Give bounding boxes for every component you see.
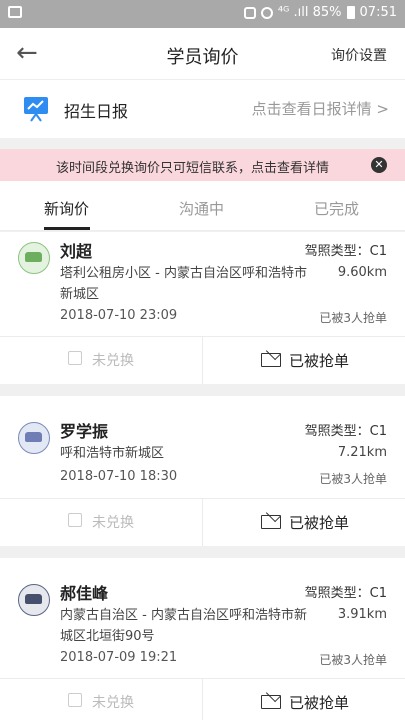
student-address: 呼和浩特市新城区 bbox=[60, 446, 165, 461]
inquiry-time: 2018-07-10 18:30 bbox=[60, 469, 178, 484]
notice-text[interactable]: 该时间段兑换询价只可短信联系，点击查看详情 bbox=[56, 157, 329, 176]
license-type: 驾照类型：C1 bbox=[304, 244, 387, 259]
grabbed-label: 已被抢单 bbox=[289, 694, 350, 712]
mail-icon bbox=[261, 345, 281, 367]
distance: 9.60km bbox=[337, 265, 387, 280]
status-time: 07:51 bbox=[359, 5, 397, 20]
mail-icon bbox=[261, 687, 281, 709]
tab-new-inquiry[interactable]: 新询价 bbox=[44, 198, 89, 219]
grabbed-count: 已被3人抢单 bbox=[319, 472, 387, 486]
image-icon bbox=[8, 6, 22, 18]
notice-banner[interactable]: 该时间段兑换询价只可短信联系，点击查看详情 ✕ bbox=[0, 149, 405, 181]
not-redeemed-label: 未兑换 bbox=[92, 695, 134, 711]
phone-icon bbox=[68, 513, 82, 527]
car-avatar-icon bbox=[18, 584, 50, 616]
grabbed-count: 已被3人抢单 bbox=[319, 653, 387, 667]
daily-report-row[interactable]: 招生日报 点击查看日报详情 > bbox=[0, 80, 405, 138]
not-redeemed-label: 未兑换 bbox=[92, 353, 134, 369]
close-icon[interactable]: ✕ bbox=[371, 157, 387, 173]
license-type: 驾照类型：C1 bbox=[304, 586, 387, 601]
inquiry-card[interactable]: 郝佳峰 驾照类型：C1 内蒙古自治区 - 内蒙古自治区呼和浩特市新城区北垣街90… bbox=[0, 558, 405, 720]
not-redeemed-label: 未兑换 bbox=[92, 515, 134, 531]
grabbed-button[interactable]: 已被抢单 bbox=[202, 336, 405, 384]
tab-communicating[interactable]: 沟通中 bbox=[179, 198, 224, 219]
grabbed-count: 已被3人抢单 bbox=[319, 311, 387, 325]
student-name: 罗学振 bbox=[60, 422, 109, 441]
battery-icon bbox=[346, 6, 355, 19]
top-nav: ← 学员询价 询价设置 bbox=[0, 28, 405, 80]
license-type: 驾照类型：C1 bbox=[304, 424, 387, 439]
phone-icon bbox=[68, 351, 82, 365]
grabbed-label: 已被抢单 bbox=[289, 514, 350, 532]
status-icons: ⁴ᴳ .ıll 85% 07:51 bbox=[243, 5, 397, 20]
mail-icon bbox=[261, 507, 281, 529]
tab-completed[interactable]: 已完成 bbox=[314, 198, 359, 219]
distance: 7.21km bbox=[337, 445, 387, 460]
status-bar: ⁴ᴳ .ıll 85% 07:51 bbox=[0, 0, 405, 28]
not-redeemed-button[interactable]: 未兑换 bbox=[0, 336, 202, 384]
inquiry-time: 2018-07-10 23:09 bbox=[60, 308, 178, 323]
tab-bar: 新询价 沟通中 已完成 bbox=[0, 181, 405, 231]
inquiry-time: 2018-07-09 19:21 bbox=[60, 650, 178, 665]
sync-icon bbox=[243, 6, 256, 19]
inquiry-card[interactable]: 刘超 驾照类型：C1 塔利公租房小区 - 内蒙古自治区呼和浩特市新城区 9.60… bbox=[0, 232, 405, 384]
daily-report-link[interactable]: 点击查看日报详情 > bbox=[252, 98, 389, 119]
phone-icon bbox=[68, 693, 82, 707]
active-tab-indicator bbox=[44, 227, 90, 230]
distance: 3.91km bbox=[337, 607, 387, 622]
not-redeemed-button[interactable]: 未兑换 bbox=[0, 678, 202, 720]
student-name: 刘超 bbox=[60, 242, 93, 261]
alarm-icon bbox=[260, 6, 273, 19]
car-avatar-icon bbox=[18, 242, 50, 274]
daily-report-label: 招生日报 bbox=[64, 102, 129, 121]
student-address: 塔利公租房小区 - 内蒙古自治区呼和浩特市新城区 bbox=[60, 266, 307, 302]
signal-text: ⁴ᴳ .ıll 85% bbox=[277, 5, 342, 20]
grabbed-button[interactable]: 已被抢单 bbox=[202, 678, 405, 720]
student-address: 内蒙古自治区 - 内蒙古自治区呼和浩特市新城区北垣街90号 bbox=[60, 608, 307, 644]
not-redeemed-button[interactable]: 未兑换 bbox=[0, 498, 202, 546]
car-avatar-icon bbox=[18, 422, 50, 454]
grabbed-button[interactable]: 已被抢单 bbox=[202, 498, 405, 546]
inquiry-card[interactable]: 罗学振 驾照类型：C1 呼和浩特市新城区 7.21km 2018-07-10 1… bbox=[0, 396, 405, 546]
chart-board-icon bbox=[24, 97, 48, 122]
student-name: 郝佳峰 bbox=[60, 584, 109, 603]
inquiry-settings-button[interactable]: 询价设置 bbox=[331, 45, 387, 65]
grabbed-label: 已被抢单 bbox=[289, 352, 350, 370]
